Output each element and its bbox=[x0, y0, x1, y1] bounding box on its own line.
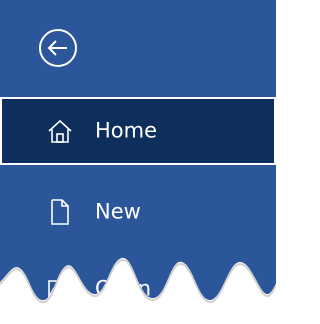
new-document-icon bbox=[46, 198, 74, 226]
app-frame: Home New Open bbox=[0, 0, 276, 324]
sidebar-item-new[interactable]: New bbox=[0, 178, 276, 246]
back-button[interactable] bbox=[36, 26, 80, 70]
sidebar-item-label: Open bbox=[95, 276, 152, 301]
back-arrow-circle-icon bbox=[39, 29, 77, 67]
folder-open-icon bbox=[46, 275, 74, 303]
sidebar-item-home[interactable]: Home bbox=[0, 97, 276, 165]
backstage-sidebar: Home New Open bbox=[0, 0, 276, 324]
sidebar-item-label: Home bbox=[95, 118, 158, 143]
sidebar-item-label: New bbox=[95, 199, 141, 224]
sidebar-item-open[interactable]: Open bbox=[0, 255, 276, 323]
home-icon bbox=[46, 117, 74, 145]
